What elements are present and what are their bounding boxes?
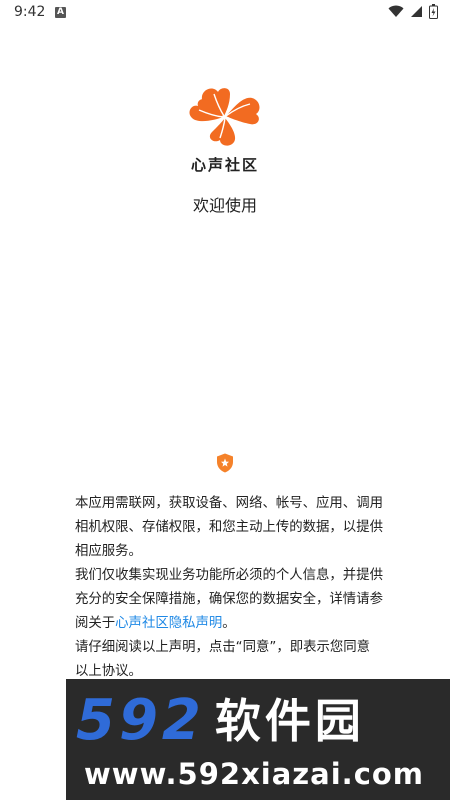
status-time: 9:42 xyxy=(14,4,46,20)
privacy-notice: 本应用需联网，获取设备、网络、帐号、应用、调用相机权限、存储权限，和您主动上传的… xyxy=(75,492,383,684)
welcome-text: 欢迎使用 xyxy=(192,196,257,215)
watermark-site-name: 软件园 xyxy=(214,694,365,748)
watermark-digits: 592 xyxy=(76,688,205,753)
watermark-logo: 592 软件园 xyxy=(76,691,365,751)
battery-icon xyxy=(429,4,438,19)
watermark-url: www.592xiazai.com xyxy=(84,757,425,791)
notice-privacy-end: 。 xyxy=(222,616,236,631)
app-screen: 9:42 A 心声社区 欢迎使用 本应用需联网，获取设备、网络、帐号、应用、调用… xyxy=(0,0,450,800)
status-icons xyxy=(388,4,438,19)
privacy-statement-link[interactable]: 心声社区隐私声明 xyxy=(115,616,222,631)
brand-name: 心声社区 xyxy=(190,156,259,174)
four-petal-flower-icon xyxy=(189,88,260,146)
a-letter-icon: A xyxy=(55,7,66,18)
notice-paragraph-consent: 请仔细阅读以上声明，点击“同意”，即表示您同意以上协议。 xyxy=(75,640,371,679)
signal-icon xyxy=(411,6,422,17)
notice-paragraph-privacy: 我们仅收集实现业务功能所必须的个人信息，并提供充分的安全保障措施，确保您的数据安… xyxy=(75,564,383,636)
wifi-icon xyxy=(388,5,404,17)
watermark-banner: 592 软件园 www.592xiazai.com xyxy=(66,679,450,800)
notice-paragraph-permissions: 本应用需联网，获取设备、网络、帐号、应用、调用相机权限、存储权限，和您主动上传的… xyxy=(75,496,383,559)
status-bar: 9:42 A xyxy=(0,0,450,26)
shield-icon xyxy=(217,453,233,473)
